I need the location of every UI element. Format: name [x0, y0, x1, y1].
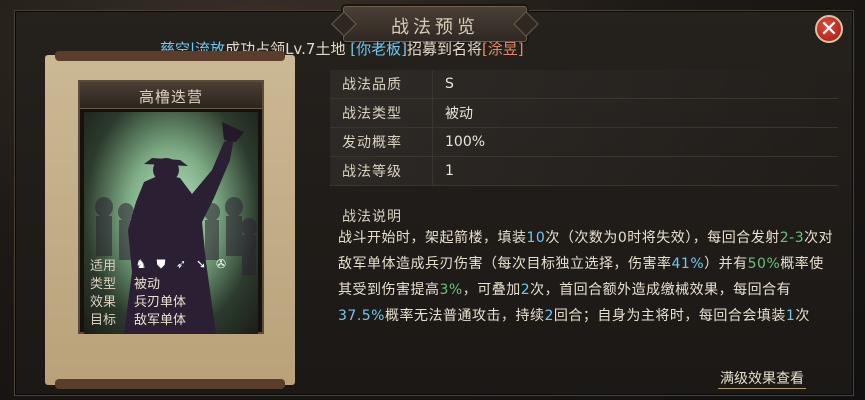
stat-row-type: 战法类型 被动: [330, 99, 838, 128]
description-segment: 次，首回合额外造成缴械效果，每回合有: [530, 282, 792, 298]
scroll-rod-top: [55, 51, 285, 61]
shield-icon: ⛊: [156, 256, 166, 271]
marquee-segment: [涂昱]: [481, 40, 524, 58]
scroll-rod-bottom: [55, 379, 285, 389]
bow-icon: ➶: [175, 257, 187, 271]
marquee-segment: 招募到名将: [406, 40, 482, 58]
tactic-name: 高橹迭营: [138, 88, 203, 106]
description-value: 3%: [439, 282, 463, 298]
title-plate: 战法预览: [331, 6, 539, 42]
description-value: 2: [544, 308, 554, 324]
description-segment: 战斗开始时，架起箭楼，填装: [338, 230, 527, 246]
description-segment: 次（次数为0时将失效），每回合发射: [545, 230, 780, 246]
stat-row-level: 战法等级 1: [330, 157, 838, 186]
stat-row-trigger-rate: 发动概率 100%: [330, 128, 838, 157]
description-value: 1: [785, 308, 796, 324]
description-value: 10: [526, 230, 546, 246]
description-value: 2-3: [779, 230, 805, 246]
dialog-title: 战法预览: [391, 17, 479, 38]
troop-type-icons: ♞ ⛊ ➶ ➘ ✇: [134, 256, 228, 272]
stat-row-quality: 战法品质 S: [330, 70, 838, 99]
card-header: 高橹迭营: [80, 82, 262, 109]
description-value: 50%: [747, 256, 781, 272]
tactic-stats-panel: 战法品质 S 战法类型 被动 发动概率 100% 战法等级 1: [330, 70, 838, 186]
description-title: 战法说明: [342, 209, 402, 225]
card-field-effect: 效果 兵刃单体: [90, 294, 187, 310]
max-level-effect-link[interactable]: 满级效果查看: [718, 368, 806, 389]
cavalry-icon: ♞: [135, 257, 147, 271]
description-segment: ，可叠加: [462, 282, 521, 298]
close-icon: ✕: [819, 17, 839, 42]
close-button[interactable]: ✕: [815, 15, 843, 43]
spear-icon: ➘: [195, 257, 207, 271]
siege-icon: ✇: [215, 257, 227, 271]
card-info: 适用 ♞ ⛊ ➶ ➘ ✇ 类型 被动 效果 兵刃单体 目标 敌军单体: [82, 255, 260, 328]
card-field-applicable: 适用 ♞ ⛊ ➶ ➘ ✇: [90, 256, 228, 274]
marquee-segment: [你老板]: [345, 40, 407, 58]
description-value: 41%: [671, 256, 705, 272]
description-value: 2: [520, 282, 531, 298]
description-segment: 概率无法普通攻击，持续: [384, 308, 545, 324]
card-field-type: 类型 被动: [90, 276, 161, 292]
card-field-target: 目标 敌军单体: [90, 312, 187, 328]
description-segment: 回合；自身为主将时，每回合会填装: [553, 308, 786, 324]
description-segment: 次: [795, 308, 810, 324]
description-text: 战斗开始时，架起箭楼，填装10次（次数为0时将失效），每回合发射2-3次对敌军单…: [338, 225, 836, 329]
description-value: 37.5%: [338, 308, 385, 324]
description-segment: ）并有: [704, 256, 748, 272]
